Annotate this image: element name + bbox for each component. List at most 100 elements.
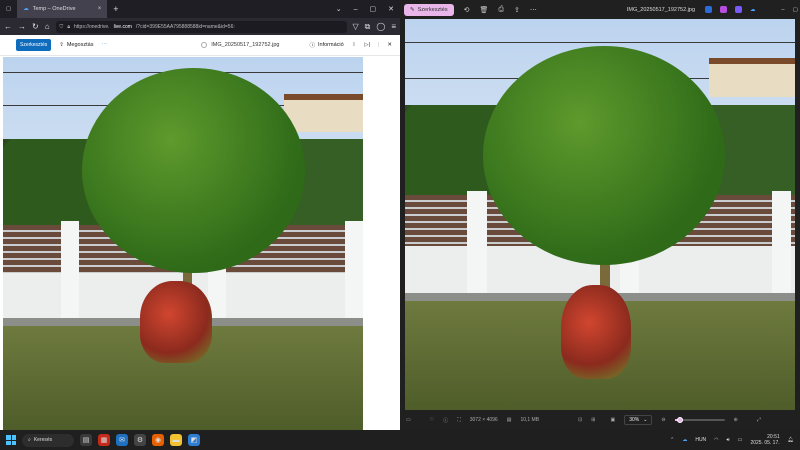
app-menu-icon[interactable]: ≡ [391, 22, 396, 31]
copilot-icon[interactable] [735, 6, 743, 13]
favorite-icon[interactable]: ♡ [430, 417, 434, 423]
taskbar: ⌕ Keresés ▤ ▦ ✉ ⚙ ◉ ▬ ◩ ⌃ ☁ HUN ◠ 🔊︎ ▭ 2… [0, 430, 800, 450]
filmstrip-icon[interactable]: ▭ [406, 417, 411, 423]
print-icon[interactable]: ⎙ [498, 6, 504, 14]
file-explorer-icon[interactable]: ▬ [170, 434, 182, 446]
onedrive-cloud-icon[interactable]: ☁ [750, 7, 756, 13]
history-icon[interactable]: ⟲ [464, 6, 470, 14]
select-circle-icon[interactable] [201, 42, 208, 48]
designer-icon[interactable] [705, 6, 713, 13]
clipchamp-icon[interactable] [720, 6, 728, 13]
info-icon[interactable]: ⓘ [443, 417, 448, 424]
onedrive-toolbar: Szerkesztés ⇪ Megosztás ⋯ IMG_20250517_1… [0, 35, 400, 56]
clock[interactable]: 20:51 2025. 05. 17. [750, 434, 779, 446]
search-icon: ⌕ [28, 437, 31, 443]
divider: | [377, 42, 380, 48]
calendar-app-icon[interactable]: ▦ [98, 434, 110, 446]
browser-menu-icon[interactable]: ▢ [0, 0, 17, 18]
language-indicator[interactable]: HUN [695, 437, 706, 443]
photos-title-bar: ✎ Szerkesztés ⟲ 🗑︎ ⎙ ⇪ ⋯ IMG_20250517_19… [400, 0, 800, 19]
system-tray: ⌃ ☁ HUN ◠ 🔊︎ ▭ 20:51 2025. 05. 17. 🔔︎ [670, 434, 794, 446]
edit-button[interactable]: Szerkesztés [16, 39, 52, 51]
close-viewer-icon[interactable]: ✕ [387, 42, 392, 48]
share-label: Megosztás [66, 42, 94, 48]
search-label: Keresés [33, 437, 53, 443]
delete-icon[interactable]: 🗑︎ [479, 6, 488, 14]
share-button[interactable]: ⇪ Megosztás [59, 42, 93, 48]
storage-icon: ▤ [506, 417, 512, 423]
new-tab-button[interactable]: + [113, 4, 118, 14]
file-size: 10,1 MB [520, 417, 540, 423]
photos-edit-button[interactable]: ✎ Szerkesztés [404, 3, 454, 16]
chevron-down-icon[interactable]: ⌄ [336, 5, 342, 13]
chevron-down-icon: ⌄ [643, 417, 648, 423]
notification-bell-icon[interactable]: 🔔︎ [788, 437, 794, 443]
zoom-in-icon[interactable]: ⊕ [734, 417, 738, 423]
dimensions-icon: ⛶ [457, 417, 461, 423]
info-button[interactable]: ⓘ Információ [309, 41, 343, 49]
start-button[interactable] [6, 435, 16, 445]
desktop: ▢ ☁ Temp – OneDrive × + ⌄ – ▢ ✕ ← → ↻ ⌂ … [0, 0, 800, 450]
browser-window-controls: ⌄ – ▢ ✕ [336, 0, 394, 18]
info-icon: ⓘ [309, 43, 315, 49]
photos-file-name: IMG_20250517_192752.jpg [626, 6, 696, 13]
fence-post [345, 221, 363, 319]
battery-icon[interactable]: ▭ [738, 437, 743, 443]
image-dimensions: 3072 × 4096 [469, 417, 498, 423]
volume-icon[interactable]: 🔊︎ [727, 437, 730, 443]
zoom-slider-knob[interactable] [676, 417, 683, 423]
url-domain: live.com [113, 23, 132, 30]
shield-icon: ⛉ [59, 23, 64, 30]
browser-window: ▢ ☁ Temp – OneDrive × + ⌄ – ▢ ✕ ← → ↻ ⌂ … [0, 0, 400, 430]
slideshow-icon[interactable]: ▷| [364, 42, 370, 48]
more-icon[interactable]: ⋯ [530, 6, 537, 14]
minimize-button[interactable]: – [782, 7, 785, 13]
windows-logo-pane [11, 440, 16, 445]
back-icon[interactable]: ← [4, 22, 12, 31]
chevron-up-icon[interactable]: ⌃ [670, 437, 674, 443]
clock-date: 2025. 05. 17. [750, 440, 780, 446]
task-view-icon[interactable]: ▤ [80, 434, 92, 446]
red-bush [561, 284, 632, 379]
firefox-app-icon[interactable]: ◉ [152, 434, 164, 446]
pocket-icon[interactable]: ▽ [353, 22, 359, 31]
taskbar-search[interactable]: ⌕ Keresés [22, 433, 74, 447]
onedrive-tray-icon[interactable]: ☁ [682, 437, 687, 443]
maximize-button[interactable]: ▢ [370, 5, 377, 13]
zoom-select[interactable]: 30% ⌄ [624, 415, 653, 425]
photos-app-icon[interactable]: ◩ [188, 434, 200, 446]
settings-app-icon[interactable]: ⚙ [134, 434, 146, 446]
file-name: IMG_20250517_192752.jpg [211, 42, 280, 48]
info-label: Információ [317, 42, 344, 48]
viewer-blank-area [363, 57, 400, 430]
photos-bottom-bar: ▭ ♡ ⓘ ⛶ 3072 × 4096 ▤ 10,1 MB ⊡ ⊞ ▣ 30% … [400, 410, 800, 430]
building [709, 58, 795, 98]
close-tab-icon[interactable]: × [98, 6, 102, 12]
account-icon[interactable]: ◯ [376, 22, 385, 31]
minimize-button[interactable]: – [354, 6, 358, 13]
crop-icon[interactable]: ⊞ [591, 417, 595, 423]
photo-preview-browser [3, 57, 363, 430]
fence-post [467, 191, 487, 293]
maximize-button[interactable]: ▢ [793, 7, 798, 13]
download-icon[interactable]: ⬇ [352, 42, 357, 48]
browser-tab-bar: ▢ ☁ Temp – OneDrive × + ⌄ – ▢ ✕ [0, 0, 400, 18]
zoom-out-icon[interactable]: ⊖ [661, 417, 665, 423]
more-options-button[interactable]: ⋯ [101, 42, 107, 48]
close-window-button[interactable]: ✕ [388, 5, 394, 13]
outlook-app-icon[interactable]: ✉ [116, 434, 128, 446]
wifi-icon[interactable]: ◠ [714, 437, 718, 443]
zoom-slider[interactable] [674, 417, 725, 423]
home-icon[interactable]: ⌂ [45, 22, 50, 31]
actual-size-icon[interactable]: ▣ [610, 417, 615, 423]
extensions-icon[interactable]: ⧉ [365, 22, 371, 32]
fit-window-icon[interactable]: ⊡ [578, 417, 582, 423]
tab-onedrive[interactable]: ☁ Temp – OneDrive × [17, 0, 108, 18]
address-bar[interactable]: ⛉ 🔒︎ https://onedrive. live.com/?cid=399E… [55, 20, 347, 33]
share-icon[interactable]: ⇪ [514, 6, 520, 14]
fullscreen-icon[interactable]: ⤢ [757, 417, 761, 423]
forward-icon[interactable]: → [18, 22, 26, 31]
reload-icon[interactable]: ↻ [32, 22, 39, 31]
browser-nav-bar: ← → ↻ ⌂ ⛉ 🔒︎ https://onedrive. live.com/?… [0, 18, 400, 35]
share-icon: ⇪ [59, 42, 64, 48]
